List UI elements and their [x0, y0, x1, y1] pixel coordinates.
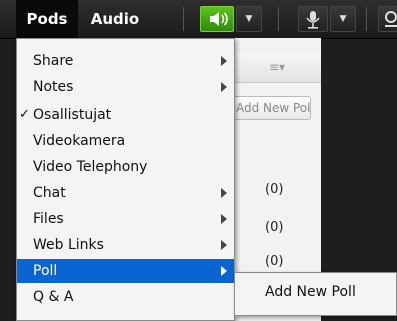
attendee-count: (0)	[265, 182, 284, 197]
menu-item-label: Osallistujat	[33, 107, 112, 123]
menu-item-share[interactable]: Share	[17, 49, 234, 73]
menu-item-label: Share	[33, 53, 74, 69]
speaker-button[interactable]	[200, 6, 234, 32]
menu-item-label: Web Links	[33, 237, 104, 253]
microphone-icon	[306, 11, 320, 29]
menu-item-poll[interactable]: Poll	[17, 259, 234, 283]
microphone-button[interactable]	[298, 6, 328, 32]
menu-item-web-links[interactable]: Web Links	[17, 233, 234, 257]
toolbar-divider	[183, 7, 184, 31]
poll-submenu: Add New Poll	[234, 272, 397, 316]
menu-item-videokamera[interactable]: Videokamera	[17, 129, 234, 153]
menu-item-label: Q & A	[33, 289, 74, 305]
submenu-arrow-icon	[221, 214, 227, 224]
checkmark-icon: ✓	[19, 107, 30, 122]
webcam-button[interactable]	[378, 6, 397, 32]
menu-item-chat[interactable]: Chat	[17, 181, 234, 205]
toolbar-divider	[278, 7, 279, 31]
menu-item-label: Notes	[33, 79, 74, 95]
menu-item-files[interactable]: Files	[17, 207, 234, 231]
menu-item-notes[interactable]: Notes	[17, 75, 234, 99]
chevron-down-icon: ▼	[245, 14, 253, 24]
submenu-arrow-icon	[221, 56, 227, 66]
menu-item-label: Files	[33, 211, 64, 227]
menu-item-osallistujat[interactable]: ✓ Osallistujat	[17, 103, 234, 127]
speaker-icon	[210, 12, 228, 26]
submenu-arrow-icon	[221, 188, 227, 198]
add-new-poll-button[interactable]: Add New Poll	[231, 96, 311, 120]
menu-item-label: Poll	[33, 263, 58, 279]
pod-options-icon[interactable]: ≡▾	[269, 60, 285, 74]
menu-bar: Pods Audio ▼ ▼	[0, 0, 397, 39]
menu-item-q-and-a[interactable]: Q & A	[17, 285, 234, 309]
attendee-count: (0)	[265, 254, 284, 269]
menu-item-video-telephony[interactable]: Video Telephony	[17, 155, 234, 179]
microphone-dropdown-button[interactable]: ▼	[330, 6, 356, 32]
toolbar-divider	[366, 7, 367, 31]
menu-audio[interactable]: Audio	[84, 0, 146, 38]
pods-dropdown-menu: Share Notes ✓ Osallistujat Videokamera V…	[16, 38, 235, 321]
submenu-arrow-icon	[221, 266, 227, 276]
chevron-down-icon: ▼	[339, 14, 347, 24]
submenu-arrow-icon	[221, 240, 227, 250]
menu-item-label: Chat	[33, 185, 66, 201]
attendee-count: (0)	[265, 220, 284, 235]
submenu-arrow-icon	[221, 82, 227, 92]
speaker-dropdown-button[interactable]: ▼	[236, 6, 262, 32]
menu-item-label: Videokamera	[33, 133, 126, 149]
menu-pods[interactable]: Pods	[16, 0, 78, 38]
webcam-icon	[385, 11, 397, 27]
menu-item-label: Video Telephony	[33, 159, 148, 175]
menu-item-add-new-poll[interactable]: Add New Poll	[265, 284, 356, 300]
